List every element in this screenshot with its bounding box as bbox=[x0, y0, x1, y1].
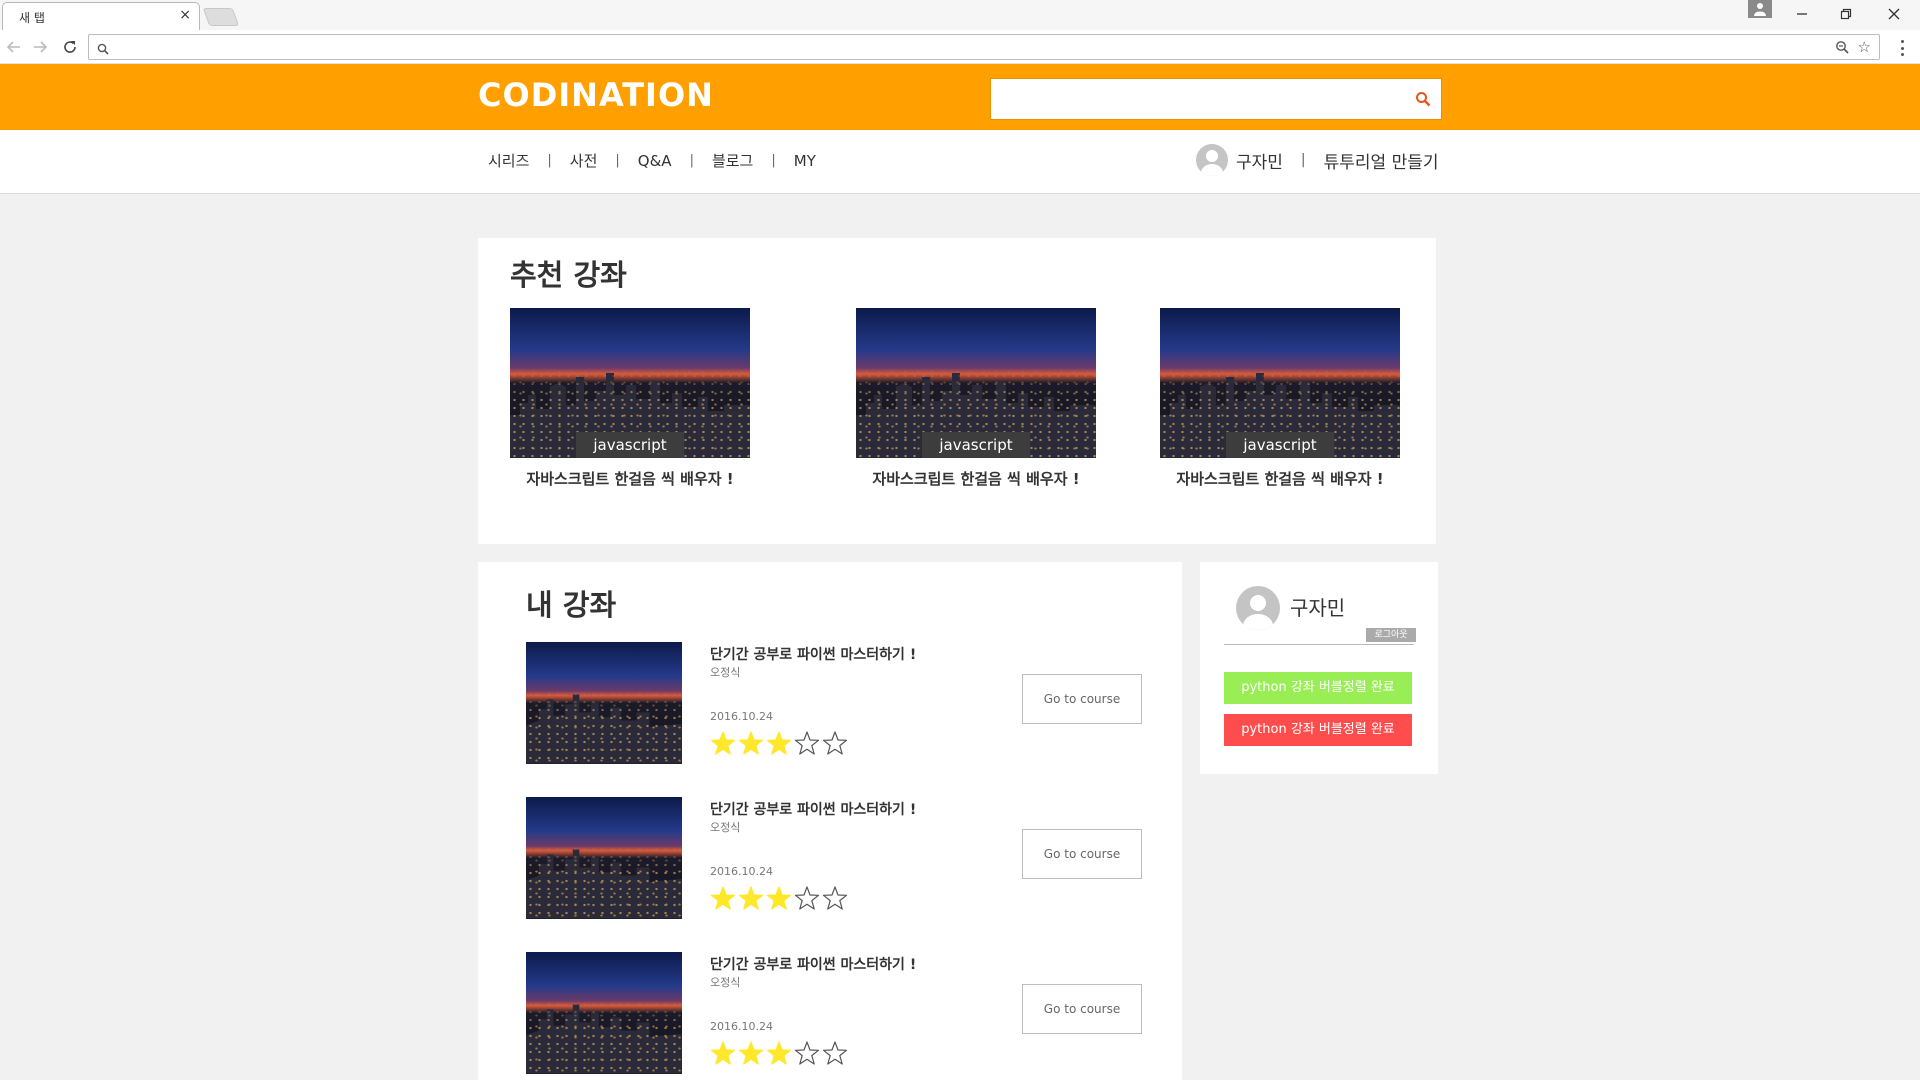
course-row: 단기간 공부로 파이썬 마스터하기 ! 오정식 2016.10.24 Go to… bbox=[526, 642, 1146, 764]
nav-item-blog[interactable]: 블로그 bbox=[712, 150, 753, 171]
course-tag: javascript bbox=[1226, 432, 1334, 458]
nav-separator: | bbox=[689, 153, 694, 168]
course-title[interactable]: 단기간 공부로 파이썬 마스터하기 ! bbox=[710, 799, 916, 819]
course-thumbnail[interactable]: javascript bbox=[1160, 308, 1400, 458]
star-empty-icon bbox=[822, 731, 848, 755]
minimize-icon[interactable] bbox=[1782, 2, 1822, 26]
avatar[interactable] bbox=[1236, 586, 1280, 630]
my-courses-title: 내 강좌 bbox=[526, 588, 617, 622]
star-filled-icon bbox=[710, 886, 736, 910]
nav-separator: | bbox=[615, 153, 620, 168]
forward-icon[interactable] bbox=[30, 37, 50, 57]
course-tag: javascript bbox=[922, 432, 1030, 458]
site-search-box[interactable] bbox=[990, 78, 1442, 120]
star-filled-icon bbox=[738, 886, 764, 910]
omnibox-search-icon bbox=[97, 40, 109, 59]
star-empty-icon bbox=[794, 886, 820, 910]
user-nav: 구자민 | 튜투리얼 만들기 bbox=[1196, 144, 1439, 176]
star-filled-icon bbox=[738, 1041, 764, 1065]
star-empty-icon bbox=[794, 1041, 820, 1065]
nav-separator: | bbox=[1300, 152, 1306, 168]
restore-icon[interactable] bbox=[1826, 2, 1866, 26]
course-title[interactable]: 단기간 공부로 파이썬 마스터하기 ! bbox=[710, 954, 916, 974]
go-to-course-button[interactable]: Go to course bbox=[1022, 829, 1142, 879]
star-filled-icon bbox=[710, 731, 736, 755]
nav-separator: | bbox=[547, 153, 552, 168]
profile-panel: 구자민 로그아웃 python 강좌 버블정렬 완료 python 강좌 버블정… bbox=[1200, 562, 1438, 774]
course-thumbnail[interactable] bbox=[526, 952, 682, 1074]
nav-separator: | bbox=[771, 153, 776, 168]
tab-title: 새 탭 bbox=[19, 11, 45, 25]
course-date: 2016.10.24 bbox=[710, 710, 773, 723]
go-to-course-button[interactable]: Go to course bbox=[1022, 674, 1142, 724]
back-icon[interactable] bbox=[4, 37, 24, 57]
address-bar[interactable]: ☆ bbox=[88, 34, 1880, 60]
course-thumbnail[interactable]: javascript bbox=[510, 308, 750, 458]
site-logo[interactable]: CODINATION bbox=[478, 76, 714, 114]
card-title[interactable]: 자바스크립트 한걸음 씩 배우자 ! bbox=[856, 468, 1096, 489]
star-empty-icon bbox=[822, 1041, 848, 1065]
nav-item-my[interactable]: MY bbox=[794, 152, 816, 170]
star-rating bbox=[710, 730, 850, 756]
achievement-badge[interactable]: python 강좌 버블정렬 완료 bbox=[1224, 714, 1412, 746]
profile-divider bbox=[1224, 644, 1414, 645]
new-tab-button[interactable] bbox=[202, 8, 240, 26]
course-row: 단기간 공부로 파이썬 마스터하기 ! 오정식 2016.10.24 Go to… bbox=[526, 797, 1146, 919]
browser-tab-bar: 새 탭 × bbox=[0, 0, 1920, 30]
address-input[interactable] bbox=[115, 37, 1795, 57]
star-filled-icon bbox=[766, 1041, 792, 1065]
user-name-link[interactable]: 구자민 bbox=[1236, 148, 1283, 173]
profile-name: 구자민 bbox=[1290, 596, 1346, 620]
course-author: 오정식 bbox=[710, 666, 741, 679]
tab-close-icon[interactable]: × bbox=[179, 7, 191, 23]
star-filled-icon bbox=[766, 886, 792, 910]
card-title[interactable]: 자바스크립트 한걸음 씩 배우자 ! bbox=[510, 468, 750, 489]
browser-tab[interactable]: 새 탭 × bbox=[2, 2, 200, 30]
search-icon[interactable] bbox=[1415, 91, 1431, 111]
recommended-card[interactable]: javascript 자바스크립트 한걸음 씩 배우자 ! bbox=[510, 308, 750, 489]
course-date: 2016.10.24 bbox=[710, 865, 773, 878]
recommended-section: 추천 강좌 javascript 자바스크립트 한걸음 씩 배우자 ! java… bbox=[478, 238, 1436, 544]
zoom-icon[interactable] bbox=[1835, 39, 1849, 58]
reload-icon[interactable] bbox=[60, 37, 80, 57]
star-filled-icon bbox=[710, 1041, 736, 1065]
course-author: 오정식 bbox=[710, 976, 741, 989]
nav-item-qna[interactable]: Q&A bbox=[638, 152, 672, 170]
close-window-icon[interactable] bbox=[1874, 2, 1914, 26]
course-author: 오정식 bbox=[710, 821, 741, 834]
recommended-card[interactable]: javascript 자바스크립트 한걸음 씩 배우자 ! bbox=[1160, 308, 1400, 489]
card-title[interactable]: 자바스크립트 한걸음 씩 배우자 ! bbox=[1160, 468, 1400, 489]
achievement-badge[interactable]: python 강좌 버블정렬 완료 bbox=[1224, 672, 1412, 704]
go-to-course-button[interactable]: Go to course bbox=[1022, 984, 1142, 1034]
logout-button[interactable]: 로그아웃 bbox=[1366, 628, 1416, 642]
main-navigation: 시리즈 | 사전 | Q&A | 블로그 | MY 구자민 | 튜투리얼 만들기 bbox=[0, 130, 1920, 194]
site-header: CODINATION bbox=[0, 64, 1920, 130]
my-courses-section: 내 강좌 단기간 공부로 파이썬 마스터하기 ! 오정식 2016.10.24 … bbox=[478, 562, 1182, 1080]
course-row: 단기간 공부로 파이썬 마스터하기 ! 오정식 2016.10.24 Go to… bbox=[526, 952, 1146, 1074]
nav-menu: 시리즈 | 사전 | Q&A | 블로그 | MY bbox=[488, 150, 816, 171]
nav-item-dictionary[interactable]: 사전 bbox=[570, 150, 598, 171]
star-rating bbox=[710, 1040, 850, 1066]
course-tag: javascript bbox=[576, 432, 684, 458]
course-thumbnail[interactable] bbox=[526, 642, 682, 764]
course-date: 2016.10.24 bbox=[710, 1020, 773, 1033]
browser-menu-icon[interactable] bbox=[1894, 38, 1910, 58]
nav-item-series[interactable]: 시리즈 bbox=[488, 150, 529, 171]
star-rating bbox=[710, 885, 850, 911]
course-title[interactable]: 단기간 공부로 파이썬 마스터하기 ! bbox=[710, 644, 916, 664]
star-filled-icon bbox=[766, 731, 792, 755]
browser-toolbar: ☆ bbox=[0, 30, 1920, 64]
course-thumbnail[interactable]: javascript bbox=[856, 308, 1096, 458]
create-tutorial-link[interactable]: 튜투리얼 만들기 bbox=[1324, 148, 1439, 173]
star-empty-icon bbox=[794, 731, 820, 755]
star-filled-icon bbox=[738, 731, 764, 755]
browser-profile-icon[interactable] bbox=[1748, 0, 1772, 18]
site-search-input[interactable] bbox=[999, 87, 1399, 111]
bookmark-star-icon[interactable]: ☆ bbox=[1858, 38, 1871, 56]
recommended-title: 추천 강좌 bbox=[510, 258, 627, 292]
course-thumbnail[interactable] bbox=[526, 797, 682, 919]
avatar[interactable] bbox=[1196, 144, 1228, 176]
recommended-card[interactable]: javascript 자바스크립트 한걸음 씩 배우자 ! bbox=[856, 308, 1096, 489]
star-empty-icon bbox=[822, 886, 848, 910]
